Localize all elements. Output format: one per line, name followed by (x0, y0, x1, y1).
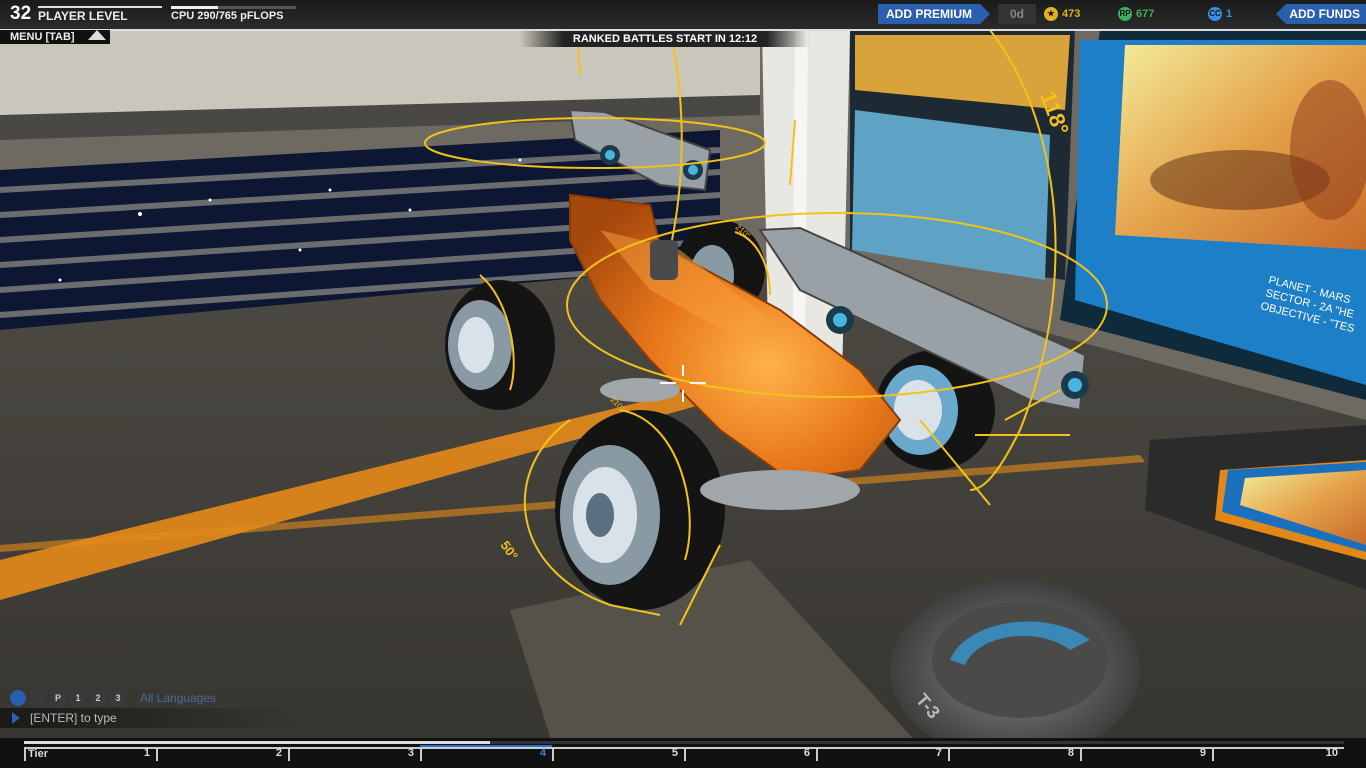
cc-value: 1 (1226, 8, 1233, 20)
menu-caret-icon[interactable] (88, 30, 106, 40)
ranked-battles-banner: RANKED BATTLES START IN 12:12 (520, 31, 810, 47)
tier-number[interactable]: 7 (928, 747, 942, 759)
tier-number[interactable]: 4 (532, 747, 546, 759)
tier-number[interactable]: 9 (1192, 747, 1206, 759)
party1-icon[interactable]: 1 (70, 690, 86, 706)
robits-star-icon: ★ (1044, 7, 1058, 22)
globe-icon[interactable] (10, 690, 26, 706)
chat-placeholder: [ENTER] to type (30, 711, 117, 725)
add-funds-button[interactable]: ADD FUNDS (1286, 4, 1366, 24)
chat-channel-bar: P 1 2 3 (10, 689, 126, 707)
level-progress-bar (38, 6, 162, 8)
cpu-bar (171, 6, 296, 9)
cc-currency: CC 1 (1208, 6, 1232, 22)
tier-number[interactable]: 6 (796, 747, 810, 759)
party3-icon[interactable]: 3 (110, 690, 126, 706)
add-premium-button[interactable]: ADD PREMIUM (878, 4, 980, 24)
wheel-front-left (555, 410, 725, 610)
tier-number[interactable]: 8 (1060, 747, 1074, 759)
add-funds-arrow-icon[interactable] (1276, 4, 1286, 24)
robits-value: 473 (1062, 8, 1081, 20)
tier-number[interactable]: 10 (1324, 747, 1338, 759)
rp-icon: RP (1118, 7, 1132, 22)
rp-currency: RP 677 (1118, 6, 1154, 22)
player-level-number: 32 (10, 3, 32, 24)
cpu-bar-fill (171, 6, 219, 9)
chat-send-arrow-icon (12, 712, 20, 724)
add-premium-arrow-icon[interactable] (980, 4, 990, 24)
tier-progress-fill (24, 741, 490, 744)
faction-icon[interactable] (30, 690, 46, 706)
garage-scene: PLANET - MARS SECTOR - 2A "HE OBJECTIVE … (0, 29, 1366, 768)
rp-value: 677 (1136, 8, 1155, 20)
player-level-label: PLAYER LEVEL (38, 9, 128, 23)
tier-number[interactable]: 1 (136, 747, 150, 759)
menu-button[interactable]: MENU [TAB] (10, 31, 75, 43)
robits-currency: ★ 473 (1044, 6, 1080, 22)
cc-icon: CC (1208, 7, 1222, 22)
p-icon[interactable]: P (50, 690, 66, 706)
tier-number[interactable]: 5 (664, 747, 678, 759)
premium-days-remaining: 0d (998, 4, 1036, 24)
cpu-label: CPU 290/765 pFLOPS (171, 10, 284, 22)
tier-number[interactable]: 2 (268, 747, 282, 759)
chat-language-selector[interactable]: All Languages (140, 691, 216, 705)
party2-icon[interactable]: 2 (90, 690, 106, 706)
tier-number[interactable]: 3 (400, 747, 414, 759)
